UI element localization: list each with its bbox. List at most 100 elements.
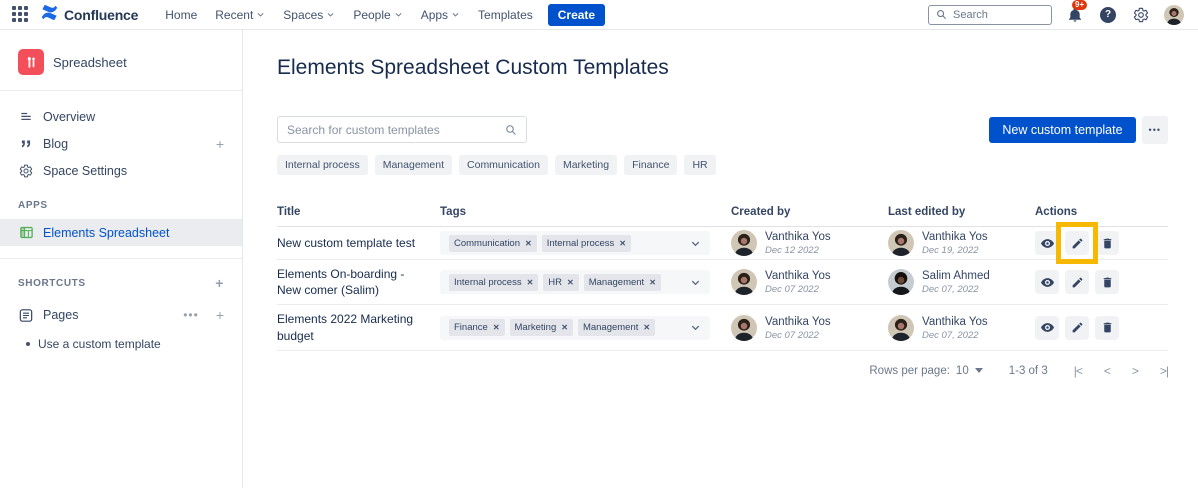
tag-chip: Internal process✕ — [449, 274, 538, 291]
app-switcher-icon[interactable] — [12, 6, 30, 24]
remove-tag-icon[interactable]: ✕ — [567, 278, 574, 287]
pages-more-button[interactable]: ••• — [183, 308, 199, 322]
template-search-input[interactable] — [287, 123, 505, 137]
nav-recent[interactable]: Recent — [208, 4, 272, 26]
prev-page-button[interactable]: < — [1104, 364, 1110, 378]
pagination: Rows per page: 10 1-3 of 3 |< < > >| — [277, 364, 1168, 378]
filter-tag[interactable]: Communication — [459, 155, 548, 175]
tag-chip: Management✕ — [584, 274, 661, 291]
created-by-cell: Vanthika YosDec 07 2022 — [731, 267, 888, 297]
filter-tag[interactable]: Marketing — [555, 155, 617, 175]
space-name: Spreadsheet — [53, 55, 127, 70]
chevron-down-icon[interactable] — [690, 238, 701, 249]
created-by-cell: Vanthika YosDec 12 2022 — [731, 228, 888, 258]
filter-tag[interactable]: Internal process — [277, 155, 368, 175]
avatar — [888, 315, 914, 341]
filter-tags: Internal process Management Communicatio… — [277, 155, 1168, 175]
confluence-logo-icon — [40, 3, 59, 27]
add-shortcut-button[interactable]: + — [215, 275, 224, 291]
tag-chip: Internal process✕ — [542, 235, 631, 252]
tag-chip: Management✕ — [578, 319, 655, 336]
last-page-button[interactable]: >| — [1160, 364, 1168, 378]
delete-button[interactable] — [1095, 231, 1119, 255]
view-button[interactable] — [1035, 231, 1059, 255]
add-blog-button[interactable]: + — [216, 136, 224, 152]
avatar — [731, 315, 757, 341]
sidebar-item-pages[interactable]: Pages ••• + — [0, 299, 242, 331]
sidebar: Spreadsheet Overview Blog + Space Settin… — [0, 30, 243, 488]
next-page-button[interactable]: > — [1132, 364, 1138, 378]
table-row: Elements On-boarding - New comer (Salim)… — [277, 260, 1168, 305]
create-button[interactable]: Create — [548, 4, 605, 26]
template-title: Elements 2022 Marketing budget — [277, 305, 440, 349]
last-edited-by-cell: Vanthika YosDec 19, 2022 — [888, 228, 1035, 258]
tag-chip: Finance✕ — [449, 319, 505, 336]
nav-home[interactable]: Home — [158, 4, 204, 26]
edit-button[interactable] — [1065, 231, 1089, 255]
column-header-tags: Tags — [440, 198, 731, 226]
view-button[interactable] — [1035, 316, 1059, 340]
table-header-row: Title Tags Created by Last edited by Act… — [277, 198, 1168, 227]
sidebar-item-overview[interactable]: Overview — [0, 103, 242, 130]
delete-button[interactable] — [1095, 316, 1119, 340]
remove-tag-icon[interactable]: ✕ — [525, 239, 532, 248]
sidebar-page-use-a-custom-template[interactable]: Use a custom template — [0, 331, 242, 357]
table-row: New custom template test Communication✕ … — [277, 227, 1168, 260]
toolbar: New custom template ••• — [277, 116, 1168, 144]
edit-button[interactable] — [1065, 270, 1089, 294]
search-icon — [505, 124, 517, 136]
remove-tag-icon[interactable]: ✕ — [619, 239, 626, 248]
top-nav-menu: Home Recent Spaces People Apps Templates — [158, 4, 540, 26]
chevron-down-icon — [256, 10, 265, 19]
first-page-button[interactable]: |< — [1074, 364, 1082, 378]
global-search[interactable] — [928, 5, 1052, 25]
remove-tag-icon[interactable]: ✕ — [561, 323, 568, 332]
tags-select-field[interactable]: Finance✕ Marketing✕ Management✕ — [440, 316, 710, 340]
tags-select-field[interactable]: Internal process✕ HR✕ Management✕ — [440, 270, 710, 294]
top-navbar: Confluence Home Recent Spaces People App… — [0, 0, 1198, 30]
space-logo-icon — [18, 49, 44, 75]
nav-spaces[interactable]: Spaces — [276, 4, 342, 26]
avatar — [731, 269, 757, 295]
nav-apps[interactable]: Apps — [414, 4, 467, 26]
page-title: Elements Spreadsheet Custom Templates — [277, 56, 1168, 80]
view-button[interactable] — [1035, 270, 1059, 294]
confluence-logo[interactable]: Confluence — [40, 3, 138, 27]
chevron-down-icon[interactable] — [690, 322, 701, 333]
nav-templates[interactable]: Templates — [471, 4, 540, 26]
remove-tag-icon[interactable]: ✕ — [643, 323, 650, 332]
column-header-created-by: Created by — [731, 198, 888, 226]
add-page-button[interactable]: + — [216, 307, 224, 323]
notifications-button[interactable]: 9+ — [1065, 5, 1085, 25]
template-title: New custom template test — [277, 229, 440, 257]
user-avatar[interactable] — [1164, 5, 1184, 25]
chevron-down-icon[interactable] — [690, 277, 701, 288]
rows-per-page-select[interactable]: Rows per page: 10 — [869, 365, 982, 377]
edit-button[interactable] — [1065, 316, 1089, 340]
space-header[interactable]: Spreadsheet — [0, 46, 242, 78]
remove-tag-icon[interactable]: ✕ — [493, 323, 500, 332]
rows-per-page-label: Rows per page: — [869, 365, 950, 377]
table-row: Elements 2022 Marketing budget Finance✕ … — [277, 305, 1168, 350]
sidebar-item-elements-spreadsheet[interactable]: Elements Spreadsheet — [0, 219, 242, 246]
chevron-down-icon — [326, 10, 335, 19]
remove-tag-icon[interactable]: ✕ — [649, 278, 656, 287]
filter-tag[interactable]: HR — [684, 155, 715, 175]
filter-tag[interactable]: Finance — [624, 155, 677, 175]
nav-people[interactable]: People — [346, 4, 409, 26]
tag-chip: Marketing✕ — [510, 319, 573, 336]
sidebar-item-blog[interactable]: Blog + — [0, 130, 242, 157]
global-search-input[interactable] — [953, 9, 1033, 21]
filter-tag[interactable]: Management — [375, 155, 452, 175]
delete-button[interactable] — [1095, 270, 1119, 294]
settings-button[interactable] — [1131, 5, 1151, 25]
pencil-icon — [1071, 321, 1084, 334]
more-options-button[interactable]: ••• — [1142, 116, 1168, 144]
new-custom-template-button[interactable]: New custom template — [989, 117, 1135, 143]
sidebar-item-space-settings[interactable]: Space Settings — [0, 157, 242, 184]
bullet-icon — [26, 342, 30, 346]
tags-select-field[interactable]: Communication✕ Internal process✕ — [440, 231, 710, 255]
help-button[interactable]: ? — [1098, 5, 1118, 25]
remove-tag-icon[interactable]: ✕ — [527, 278, 534, 287]
template-search[interactable] — [277, 116, 527, 143]
